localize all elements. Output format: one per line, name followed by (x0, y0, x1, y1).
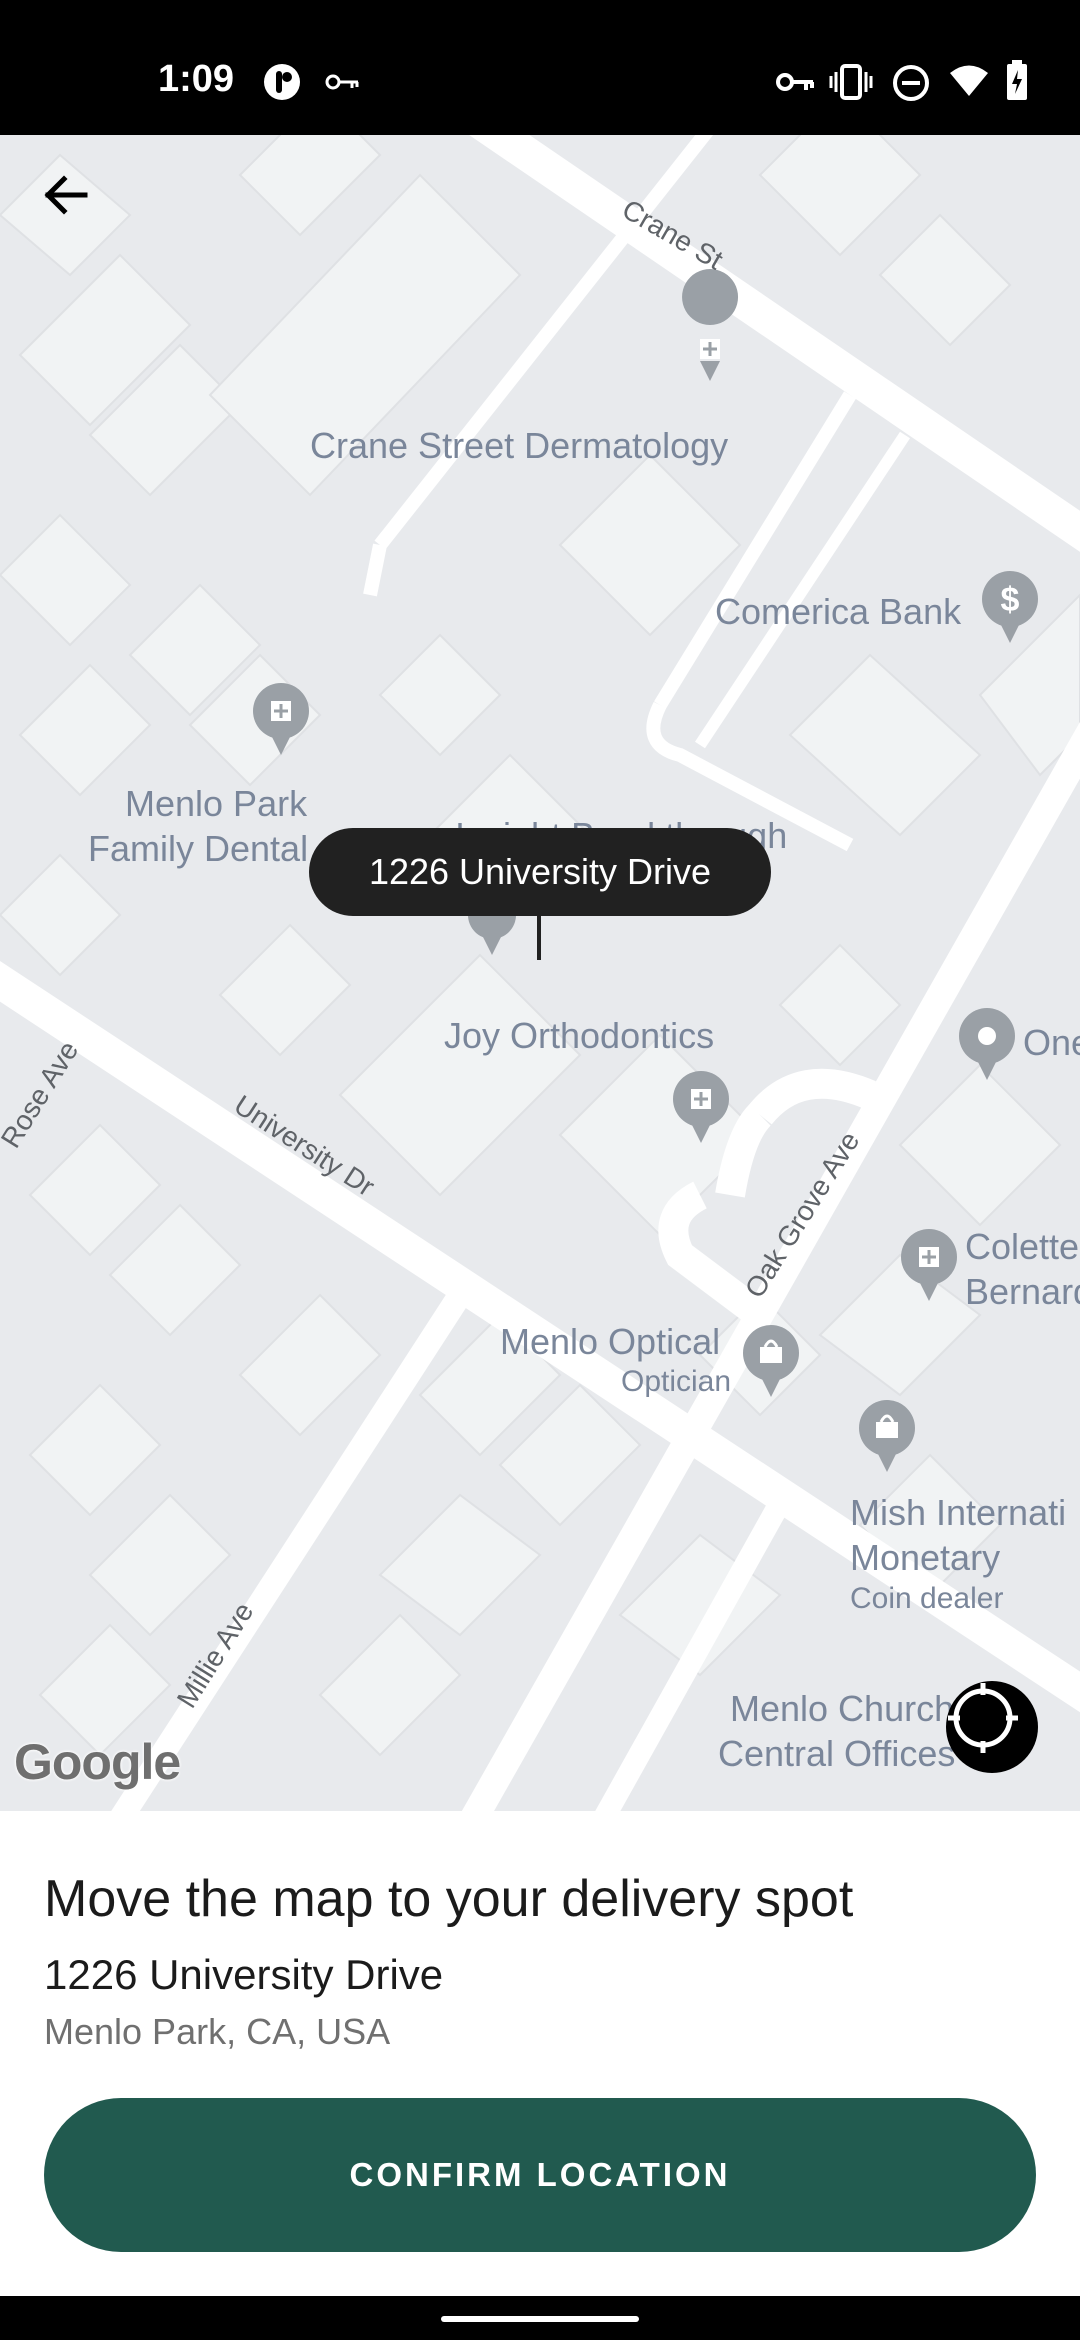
vpn-key-icon (776, 73, 814, 91)
map-label: Menlo Church (730, 1688, 954, 1729)
map-label: Colette (965, 1226, 1079, 1267)
map-label: Comerica Bank (715, 591, 962, 632)
address-primary: 1226 University Drive (44, 1951, 444, 1998)
medical-icon[interactable] (682, 269, 739, 381)
vibrate-icon (829, 64, 873, 100)
map-label: Crane Street Dermatology (310, 425, 728, 466)
google-logo: Google (14, 1734, 181, 1790)
my-location-button[interactable] (946, 1681, 1038, 1773)
map-label: Menlo Optical (500, 1321, 720, 1362)
place-icon[interactable] (959, 1008, 1015, 1080)
back-button[interactable] (40, 170, 116, 246)
street-label: Rose Ave (0, 1036, 84, 1154)
map-label: Optician (621, 1365, 731, 1398)
bottom-sheet: Move the map to your delivery spot 1226 … (0, 1811, 1080, 2296)
app-icon (264, 64, 300, 100)
do-not-disturb-icon (893, 65, 929, 101)
battery-charging-icon (1007, 60, 1027, 100)
map-label: Bernard (965, 1271, 1080, 1312)
map-label: Mish Internati (850, 1492, 1066, 1533)
wifi-icon (950, 65, 988, 96)
map-label: Central Offices (718, 1733, 955, 1774)
arrow-back-icon (44, 175, 88, 215)
confirm-location-button[interactable]: CONFIRM LOCATION (44, 2098, 1036, 2252)
svg-text:$: $ (1001, 581, 1020, 619)
street-label: Millie Ave (171, 1597, 260, 1713)
map-canvas[interactable]: $ Crane Street Dermatology Comerica Bank… (0, 135, 1080, 1811)
crosshair-icon (948, 1683, 1018, 1753)
map-label: Joy Orthodontics (444, 1015, 714, 1056)
sheet-title: Move the map to your delivery spot (44, 1870, 854, 1928)
home-indicator[interactable] (441, 2316, 639, 2322)
address-secondary: Menlo Park, CA, USA (44, 2011, 391, 2052)
map-label: One (1023, 1022, 1080, 1063)
status-time: 1:09 (158, 58, 235, 100)
map-label: Monetary (850, 1537, 1000, 1578)
street-label: Oak Grove Ave (739, 1126, 866, 1303)
pin-address-label: 1226 University Drive (309, 828, 771, 916)
shopping-icon[interactable] (859, 1400, 915, 1472)
map-view[interactable]: $ Crane Street Dermatology Comerica Bank… (0, 135, 1080, 1811)
map-label: Coin dealer (850, 1582, 1003, 1615)
key-icon (325, 74, 359, 90)
bank-icon[interactable]: $ (982, 571, 1038, 643)
status-bar: 1:09 (0, 0, 1080, 135)
navigation-bar (0, 2296, 1080, 2340)
map-label: Menlo Park (125, 783, 308, 824)
map-label: Family Dental (88, 828, 308, 869)
pin-stem (537, 914, 541, 960)
